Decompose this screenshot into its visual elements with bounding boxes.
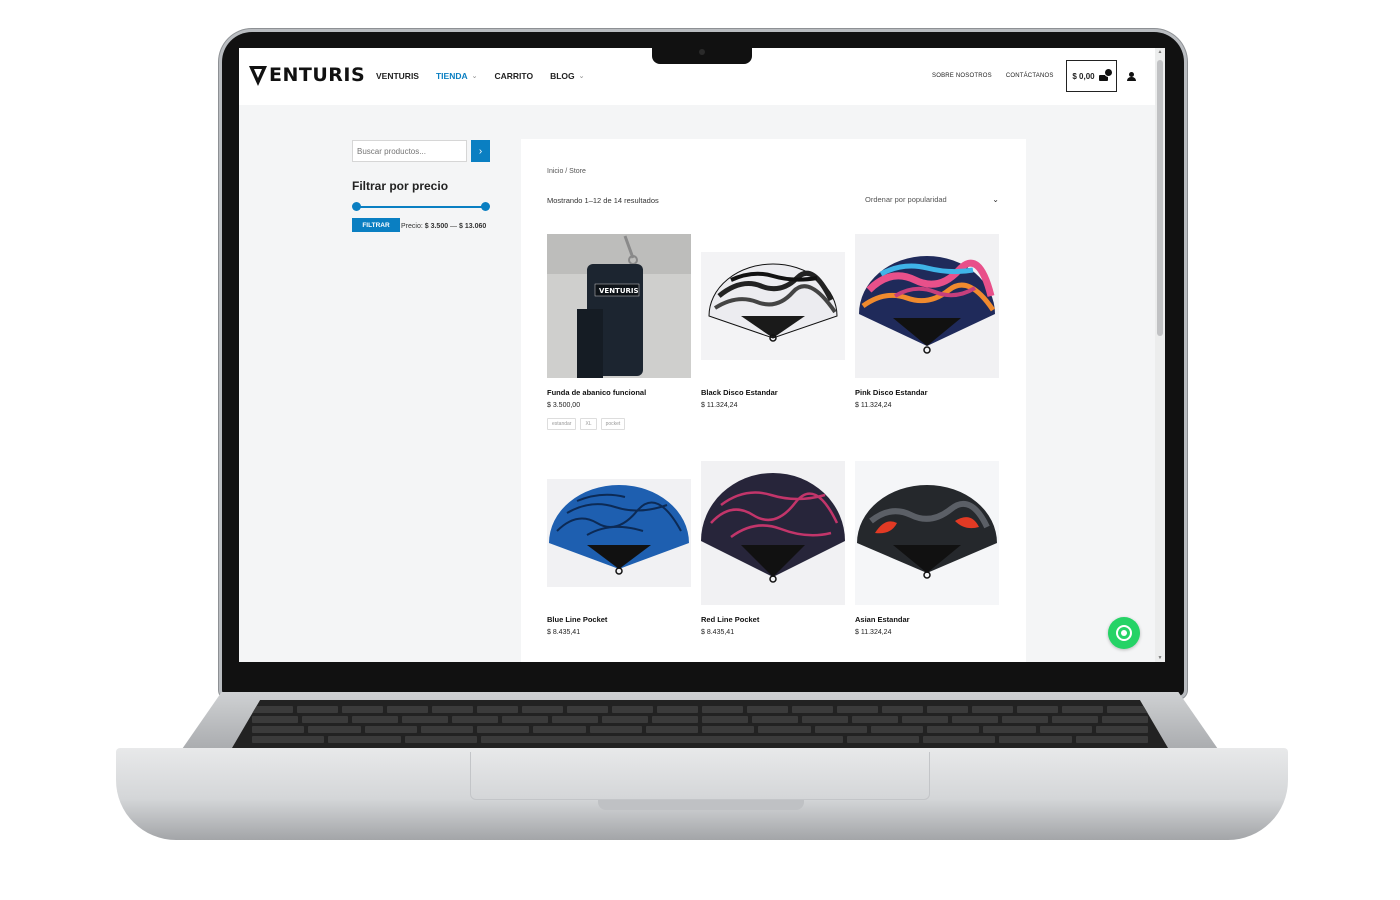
nav-label: CARRITO	[494, 71, 534, 81]
product-name[interactable]: Blue Line Pocket	[547, 615, 691, 624]
user-account-icon[interactable]	[1127, 72, 1136, 81]
search-submit-button[interactable]: ›	[471, 140, 490, 162]
price-range-label: Precio: $ 3.500 — $ 13.060	[401, 223, 487, 230]
product-image[interactable]	[701, 234, 845, 378]
product-price: $ 8.435,41	[701, 629, 735, 636]
orderby-label: Ordenar por popularidad	[865, 195, 947, 204]
filter-button[interactable]: FILTRAR	[352, 218, 400, 232]
secondary-nav: SOBRE NOSOTROS CONTÁCTANOS	[932, 73, 1054, 79]
product-card[interactable]: Blue Line Pocket $ 8.435,41	[547, 461, 691, 636]
price-slider-max-handle[interactable]	[481, 202, 490, 211]
price-slider-track[interactable]	[356, 206, 486, 208]
price-max: $ 13.060	[459, 223, 487, 230]
laptop-keyboard	[232, 700, 1168, 748]
fan-pink-icon	[855, 234, 999, 378]
product-card[interactable]: Asian Estandar $ 11.324,24	[855, 461, 999, 636]
whatsapp-button[interactable]	[1108, 617, 1140, 649]
nav-item-venturis[interactable]: VENTURIS	[376, 71, 419, 81]
product-image[interactable]	[547, 461, 691, 605]
fan-black-white-icon	[701, 234, 845, 378]
product-card[interactable]: VENTURIS Funda de abanico funcional $ 3.…	[547, 234, 691, 430]
product-image[interactable]: VENTURIS	[547, 234, 691, 378]
product-price: $ 3.500,00	[547, 402, 581, 409]
shop-content: Inicio / Store Mostrando 1–12 de 14 resu…	[521, 139, 1026, 662]
camera-notch	[652, 44, 752, 64]
fan-blue-icon	[547, 461, 691, 605]
chevron-down-icon: ⌄	[992, 195, 999, 204]
nav-label: BLOG	[550, 71, 575, 81]
header-cart-button[interactable]: $ 0,00	[1066, 60, 1117, 92]
tag-pocket[interactable]: pocket	[600, 418, 626, 430]
chevron-down-icon: ⌄	[471, 73, 478, 80]
result-count: Mostrando 1–12 de 14 resultados	[547, 196, 659, 205]
chevron-right-icon: ›	[478, 145, 483, 157]
nav-item-contactanos[interactable]: CONTÁCTANOS	[1006, 73, 1054, 79]
browser-viewport: ENTURIS VENTURIS TIENDA ⌄ CARRITO BLOG ⌄ S…	[239, 48, 1165, 662]
fan-red-line-icon	[701, 461, 845, 605]
main-nav: VENTURIS TIENDA ⌄ CARRITO BLOG ⌄	[376, 71, 585, 81]
camera-icon	[699, 49, 705, 55]
product-name[interactable]: Black Disco Estandar	[701, 388, 845, 397]
product-tags: estandar XL pocket	[547, 418, 691, 430]
product-price: $ 8.435,41	[547, 629, 581, 636]
laptop-base-lip	[598, 800, 804, 810]
logo-v-icon	[249, 66, 267, 86]
cart-icon	[1098, 68, 1113, 81]
nav-item-sobre-nosotros[interactable]: SOBRE NOSOTROS	[932, 73, 992, 79]
product-name[interactable]: Asian Estandar	[855, 615, 999, 624]
nav-item-carrito[interactable]: CARRITO	[495, 71, 534, 81]
nav-label: TIENDA	[435, 71, 468, 81]
fan-case-icon: VENTURIS	[547, 234, 691, 378]
product-price: $ 11.324,24	[855, 629, 892, 636]
product-name[interactable]: Funda de abanico funcional	[547, 388, 691, 397]
product-price: $ 11.324,24	[701, 402, 738, 409]
product-name[interactable]: Red Line Pocket	[701, 615, 845, 624]
product-card[interactable]: Black Disco Estandar $ 11.324,24	[701, 234, 845, 409]
product-image[interactable]	[701, 461, 845, 605]
scroll-up-icon[interactable]: ▲	[1157, 49, 1163, 55]
site-logo[interactable]: ENTURIS	[249, 64, 365, 86]
logo-text: ENTURIS	[269, 64, 366, 86]
price-label: Precio:	[401, 223, 423, 230]
page-scrollbar[interactable]: ▲ ▼	[1155, 48, 1165, 662]
fan-koi-icon	[855, 461, 999, 605]
svg-text:VENTURIS: VENTURIS	[599, 287, 639, 295]
product-image[interactable]	[855, 234, 999, 378]
product-name[interactable]: Pink Disco Estandar	[855, 388, 999, 397]
cart-total: $ 0,00	[1072, 71, 1095, 81]
nav-item-blog[interactable]: BLOG ⌄	[550, 71, 584, 81]
breadcrumb: Inicio / Store	[547, 168, 586, 175]
product-price: $ 11.324,24	[855, 402, 892, 409]
nav-item-tienda[interactable]: TIENDA ⌄	[436, 71, 478, 81]
price-min: $ 3.500	[424, 223, 449, 230]
product-image[interactable]	[855, 461, 999, 605]
orderby-select[interactable]: Ordenar por popularidad ⌄	[865, 195, 999, 204]
product-card[interactable]: Red Line Pocket $ 8.435,41	[701, 461, 845, 636]
price-slider-min-handle[interactable]	[352, 202, 361, 211]
trackpad	[470, 752, 930, 800]
whatsapp-icon	[1116, 625, 1132, 641]
product-card[interactable]: Pink Disco Estandar $ 11.324,24	[855, 234, 999, 409]
nav-label: VENTURIS	[376, 71, 419, 81]
tag-estandar[interactable]: estandar	[547, 418, 577, 430]
scrollbar-thumb[interactable]	[1157, 60, 1163, 336]
tag-xl[interactable]: XL	[580, 418, 597, 430]
chevron-down-icon: ⌄	[578, 73, 585, 80]
filter-price-title: Filtrar por precio	[352, 179, 449, 193]
scroll-down-icon[interactable]: ▼	[1157, 655, 1163, 661]
product-search-input[interactable]	[352, 140, 467, 162]
